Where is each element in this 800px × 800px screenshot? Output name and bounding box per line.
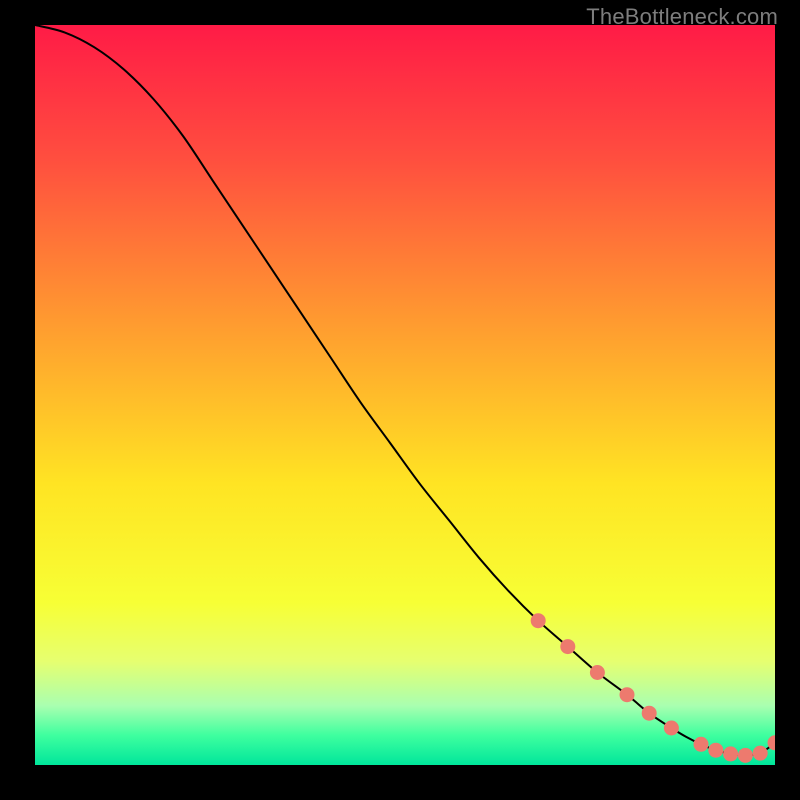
data-marker <box>642 706 657 721</box>
plot-area <box>35 25 775 765</box>
data-marker <box>590 665 605 680</box>
data-marker <box>723 746 738 761</box>
data-marker <box>738 748 753 763</box>
plot-svg <box>35 25 775 765</box>
chart-stage: TheBottleneck.com <box>0 0 800 800</box>
data-marker <box>708 743 723 758</box>
data-marker <box>620 687 635 702</box>
data-marker <box>753 746 768 761</box>
data-marker <box>560 639 575 654</box>
data-marker <box>531 613 546 628</box>
data-marker <box>694 737 709 752</box>
data-marker <box>664 721 679 736</box>
gradient-background <box>35 25 775 765</box>
